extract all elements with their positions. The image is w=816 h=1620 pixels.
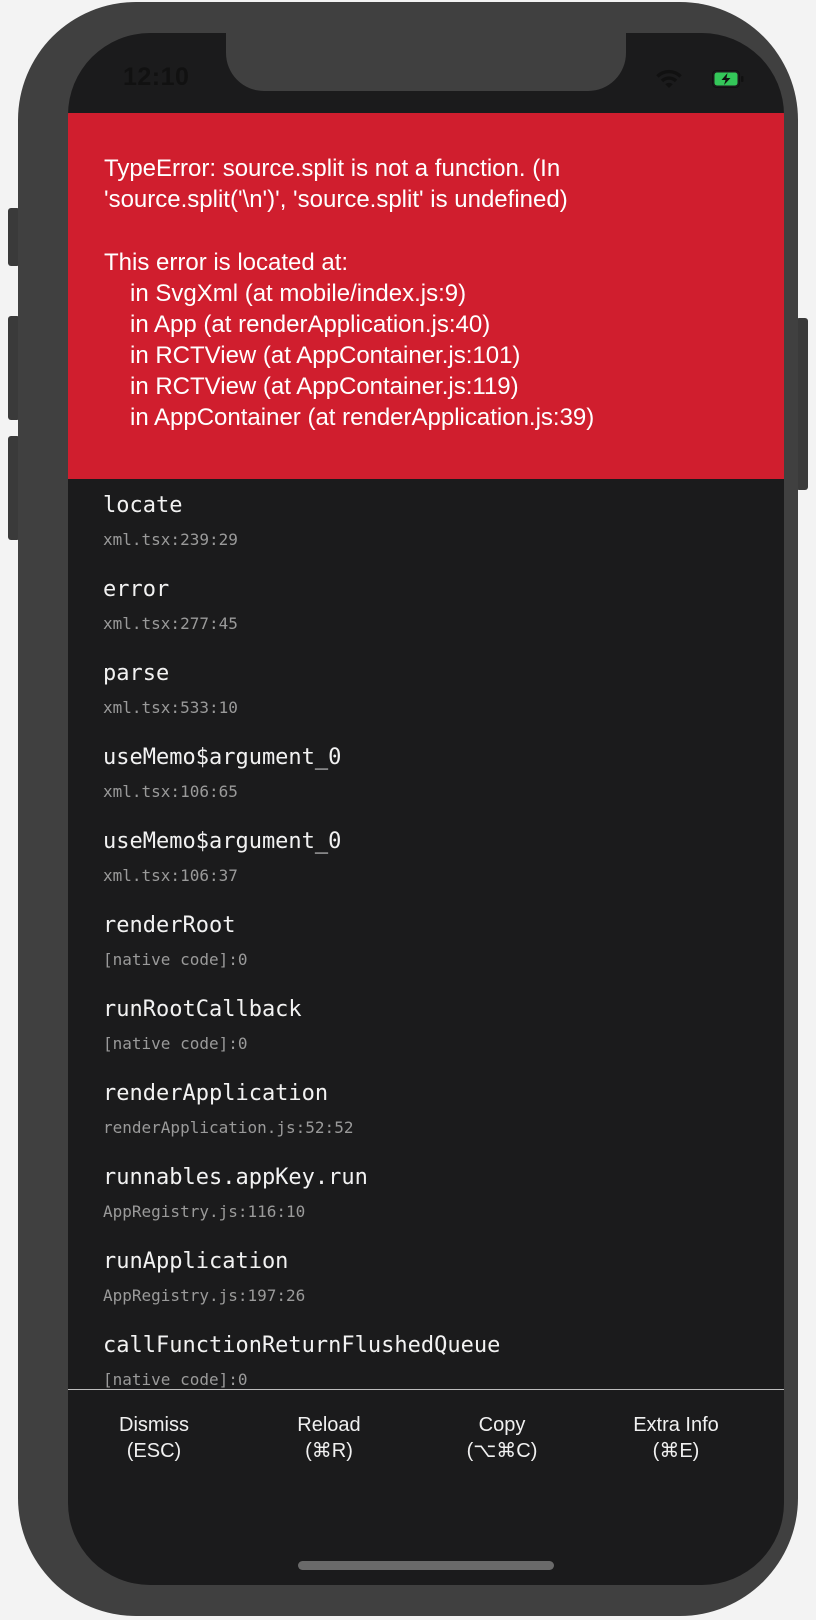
dismiss-button[interactable]: Dismiss (ESC) [69,1412,239,1464]
copy-shortcut: (⌥⌘C) [466,1440,538,1462]
component-stack-line: in AppContainer (at renderApplication.js… [130,404,595,431]
dismiss-label: Dismiss [119,1414,189,1436]
frame-location: AppRegistry.js:197:26 [103,1286,306,1305]
component-stack-line: in RCTView (at AppContainer.js:101) [130,342,521,369]
frame-location: AppRegistry.js:116:10 [103,1202,306,1221]
status-time: 12:10 [123,63,190,91]
home-indicator[interactable] [298,1561,554,1570]
stack-frame[interactable]: runRootCallback [native code]:0 [103,983,743,1063]
reload-button[interactable]: Reload (⌘R) [244,1412,414,1464]
extra-info-label: Extra Info [633,1414,719,1436]
stack-frame[interactable]: runApplication AppRegistry.js:197:26 [103,1235,743,1315]
screen: 12:10 TypeError: source.split is not a f… [68,33,784,1585]
component-stack-line: in App (at renderApplication.js:40) [130,311,491,338]
extra-info-button[interactable]: Extra Info (⌘E) [591,1412,761,1464]
frame-function: callFunctionReturnFlushedQueue [103,1333,501,1358]
frame-function: runRootCallback [103,997,302,1022]
stack-frame[interactable]: parse xml.tsx:533:10 [103,647,743,727]
located-title: This error is located at: [104,249,349,276]
frame-location: xml.tsx:106:65 [103,782,238,801]
frame-function: useMemo$argument_0 [103,829,342,854]
reload-shortcut: (⌘R) [305,1440,353,1462]
wifi-icon [656,69,682,88]
battery-charging-icon [712,70,744,88]
stack-frame[interactable]: callFunctionReturnFlushedQueue [native c… [103,1319,743,1389]
frame-location: [native code]:0 [103,1034,248,1053]
stack-frame[interactable]: renderApplication renderApplication.js:5… [103,1067,743,1147]
frame-location: xml.tsx:277:45 [103,614,238,633]
stack-frame[interactable]: renderRoot [native code]:0 [103,899,743,979]
frame-location: [native code]:0 [103,1370,248,1389]
frame-function: error [103,577,170,602]
error-header: TypeError: source.split is not a functio… [68,113,784,479]
component-stack-line: in SvgXml (at mobile/index.js:9) [130,280,467,307]
frame-function: runApplication [103,1249,289,1274]
action-bar: Dismiss (ESC) Reload (⌘R) Copy (⌥⌘C) Ext… [68,1389,784,1585]
extra-info-shortcut: (⌘E) [652,1440,700,1462]
frame-location: renderApplication.js:52:52 [103,1118,354,1137]
frame-function: useMemo$argument_0 [103,745,342,770]
frame-location: [native code]:0 [103,950,248,969]
frame-function: locate [103,493,183,518]
stack-frame[interactable]: locate xml.tsx:239:29 [103,479,743,559]
frame-location: xml.tsx:533:10 [103,698,238,717]
frame-function: runnables.appKey.run [103,1165,368,1190]
error-message: TypeError: source.split is not a functio… [104,155,568,213]
phone-frame: 12:10 TypeError: source.split is not a f… [18,2,798,1616]
component-stack: This error is located at: in SvgXml (at … [104,247,764,433]
frame-function: parse [103,661,170,686]
stack-frame[interactable]: useMemo$argument_0 xml.tsx:106:37 [103,815,743,895]
frame-location: xml.tsx:106:37 [103,866,238,885]
reload-label: Reload [297,1414,361,1436]
copy-label: Copy [478,1414,526,1436]
copy-button[interactable]: Copy (⌥⌘C) [417,1412,587,1464]
frame-function: renderRoot [103,913,236,938]
dismiss-shortcut: (ESC) [126,1440,182,1462]
stack-frame[interactable]: error xml.tsx:277:45 [103,563,743,643]
frame-function: renderApplication [103,1081,329,1106]
stack-frame[interactable]: useMemo$argument_0 xml.tsx:106:65 [103,731,743,811]
stack-frame[interactable]: runnables.appKey.run AppRegistry.js:116:… [103,1151,743,1231]
component-stack-line: in RCTView (at AppContainer.js:119) [130,373,519,400]
stack-trace-list[interactable]: locate xml.tsx:239:29 error xml.tsx:277:… [68,479,784,1389]
notch [226,33,626,91]
frame-location: xml.tsx:239:29 [103,530,238,549]
